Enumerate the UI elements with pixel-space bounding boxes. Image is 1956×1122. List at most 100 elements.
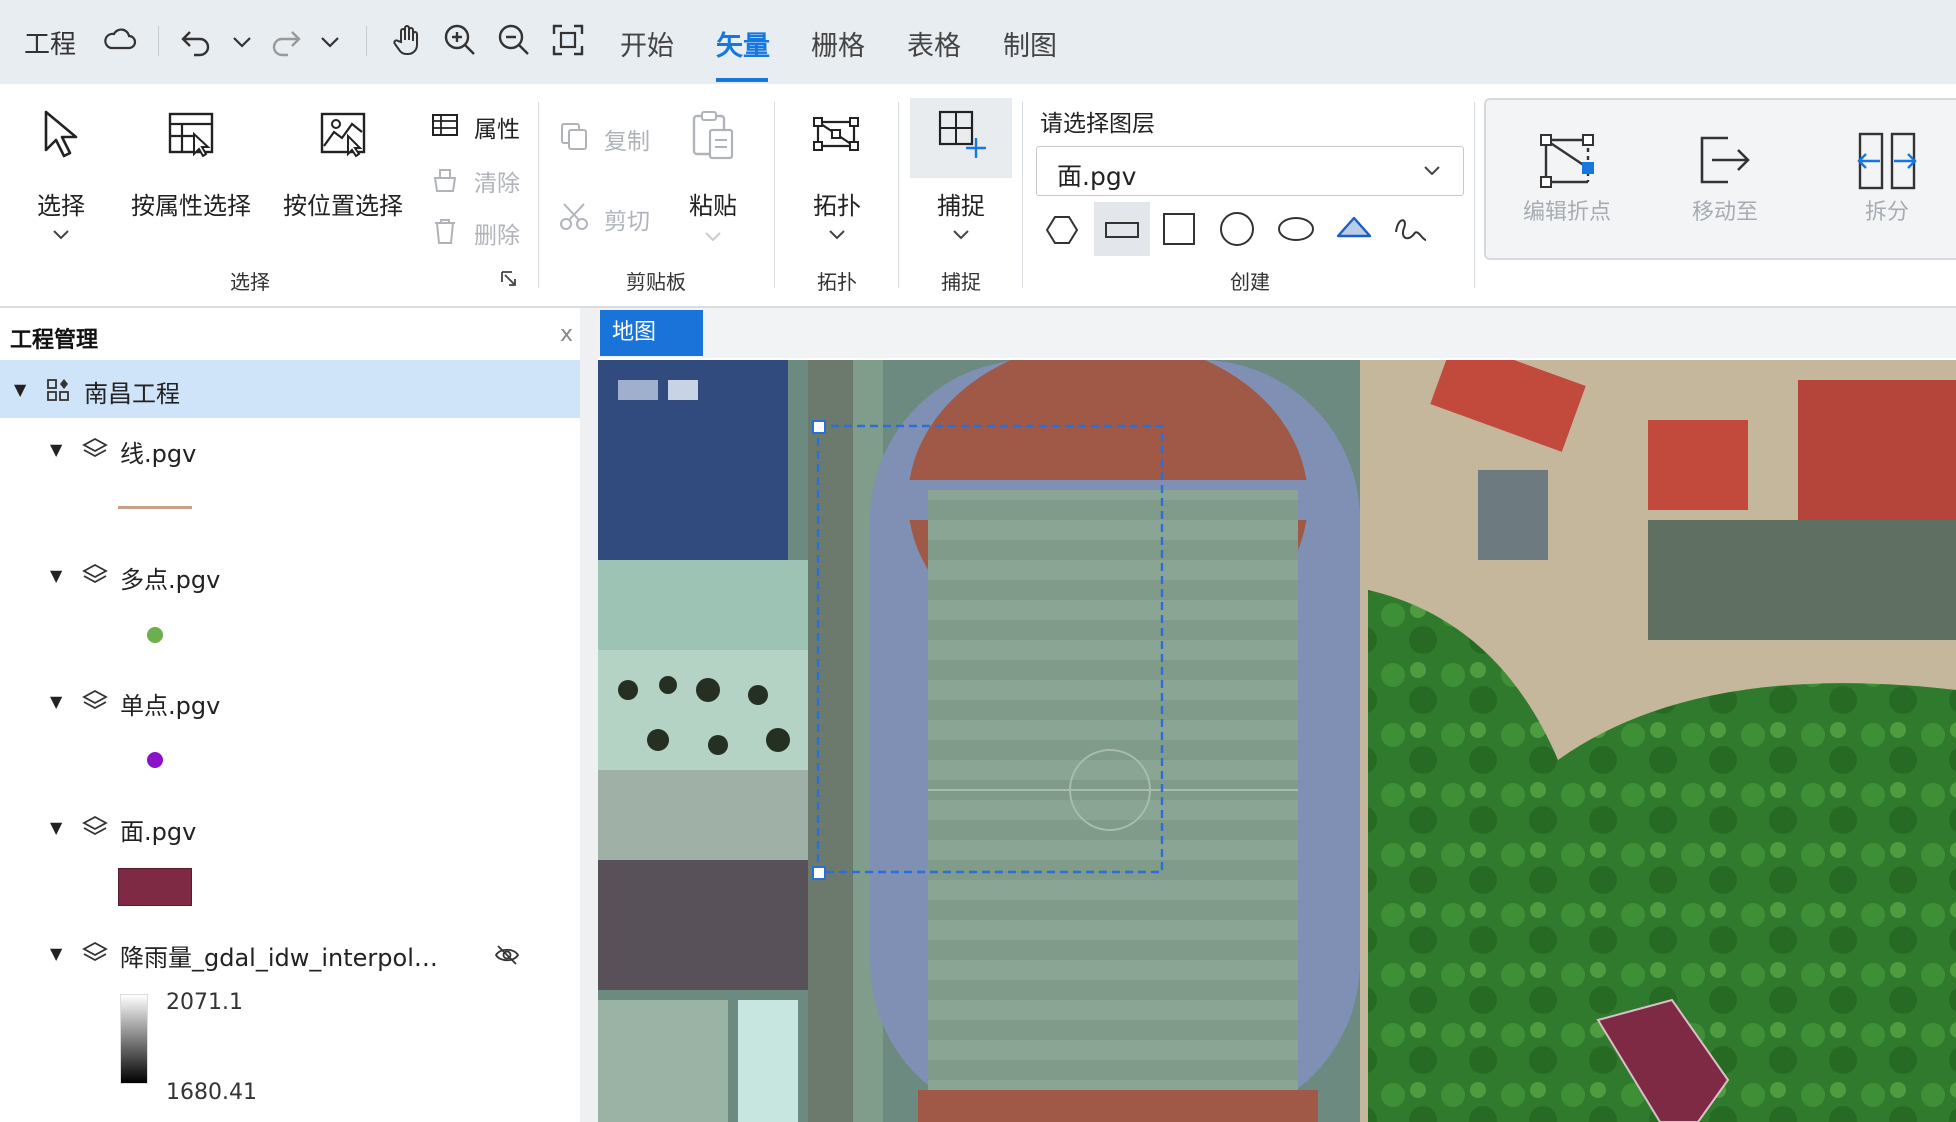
expand-triangle-icon[interactable]: ▼ xyxy=(50,566,62,585)
paste-label: 粘贴 xyxy=(689,192,737,220)
move-to-button[interactable]: 移动至 xyxy=(1664,110,1786,240)
edit-vertices-icon xyxy=(1540,134,1594,188)
layer-icon xyxy=(82,563,108,584)
panel-title: 工程管理 xyxy=(10,328,99,353)
layer-name[interactable]: 降雨量_gdal_idw_interpol… xyxy=(120,938,438,973)
trash-icon xyxy=(435,219,455,244)
expand-triangle-icon[interactable]: ▼ xyxy=(50,818,62,837)
layer-name[interactable]: 线.pgv xyxy=(120,434,196,469)
square-icon[interactable] xyxy=(1160,210,1198,248)
tab-start[interactable]: 开始 xyxy=(620,24,674,63)
map-canvas[interactable] xyxy=(598,360,1956,1122)
group-divider xyxy=(774,102,775,288)
cut-button[interactable]: 剪切 xyxy=(558,200,668,235)
layer-icon xyxy=(82,815,108,836)
project-panel xyxy=(0,308,580,1122)
redo-icon[interactable] xyxy=(268,22,304,58)
vertex-handle[interactable] xyxy=(812,866,826,880)
clear-label: 清除 xyxy=(474,171,520,197)
split-button[interactable]: 拆分 xyxy=(1832,110,1942,240)
ellipse-icon[interactable] xyxy=(1276,210,1316,248)
chevron-down-icon[interactable] xyxy=(318,30,342,54)
undo-icon[interactable] xyxy=(178,22,214,58)
tab-vector[interactable]: 矢量 xyxy=(716,24,770,63)
layer-select-value: 面.pgv xyxy=(1057,162,1137,191)
location-select-label: 按位置选择 xyxy=(283,192,403,220)
snap-button[interactable]: 捕捉 xyxy=(910,100,1012,250)
chevron-down-icon[interactable] xyxy=(230,30,254,54)
point-legend xyxy=(147,627,163,643)
zoom-out-icon[interactable] xyxy=(496,22,532,58)
copy-button[interactable]: 复制 xyxy=(558,120,668,155)
create-group-label: 创建 xyxy=(1230,270,1270,294)
cut-label: 剪切 xyxy=(604,209,650,235)
toolbar-divider xyxy=(366,26,367,56)
layer-name[interactable]: 多点.pgv xyxy=(120,560,220,595)
edit-vertices-label: 编辑折点 xyxy=(1522,200,1611,225)
scissors-icon xyxy=(560,203,588,230)
expand-triangle-icon[interactable]: ▼ xyxy=(50,440,62,459)
tab-table[interactable]: 表格 xyxy=(907,24,961,63)
gradient-legend xyxy=(120,994,148,1084)
expand-triangle-icon[interactable]: ▼ xyxy=(14,380,26,399)
rectangle-icon[interactable] xyxy=(1104,212,1140,248)
line-legend xyxy=(118,506,192,509)
table-icon xyxy=(432,114,458,136)
project-menu[interactable]: 工程 xyxy=(24,24,76,61)
chevron-down-icon xyxy=(953,230,969,240)
select-button[interactable]: 选择 xyxy=(18,100,104,250)
attributes-button[interactable]: 属性 xyxy=(430,108,540,143)
circle-icon[interactable] xyxy=(1218,210,1256,248)
chevron-down-icon xyxy=(1424,166,1440,176)
copy-label: 复制 xyxy=(604,129,650,155)
clipboard-group-label: 剪贴板 xyxy=(626,270,686,294)
location-select-button[interactable]: 按位置选择 xyxy=(278,100,408,220)
copy-icon xyxy=(561,123,587,150)
topology-button[interactable]: 拓扑 xyxy=(792,100,882,250)
layer-icon xyxy=(82,437,108,458)
chevron-down-icon xyxy=(829,230,845,240)
vertex-handle[interactable] xyxy=(812,420,826,434)
map-tab[interactable]: 地图 xyxy=(600,310,703,356)
layer-prompt: 请选择图层 xyxy=(1040,111,1155,137)
freehand-icon[interactable] xyxy=(1392,210,1432,248)
delete-label: 删除 xyxy=(474,223,520,249)
delete-button[interactable]: 删除 xyxy=(430,214,540,249)
paste-button[interactable]: 粘贴 xyxy=(680,106,746,246)
attribute-select-button[interactable]: 按属性选择 xyxy=(126,100,256,220)
full-extent-icon[interactable] xyxy=(550,22,586,58)
split-icon xyxy=(1857,132,1917,190)
panel-close-button[interactable]: x xyxy=(560,322,573,347)
pan-hand-icon[interactable] xyxy=(390,22,426,58)
attribute-select-label: 按属性选择 xyxy=(131,192,251,220)
legend-max-label: 2071.1 xyxy=(166,990,243,1015)
active-tab-indicator xyxy=(716,78,768,82)
zoom-in-icon[interactable] xyxy=(442,22,478,58)
selection-overlay xyxy=(816,424,1164,874)
location-select-icon xyxy=(320,112,366,158)
clear-button[interactable]: 清除 xyxy=(430,162,540,197)
snap-label: 捕捉 xyxy=(937,192,985,220)
panel-splitter[interactable] xyxy=(580,308,598,1122)
group-divider xyxy=(898,102,899,288)
tab-mapping[interactable]: 制图 xyxy=(1003,24,1057,63)
chevron-down-icon xyxy=(53,230,69,240)
expand-triangle-icon[interactable]: ▼ xyxy=(50,692,62,711)
layer-name[interactable]: 面.pgv xyxy=(120,812,196,847)
edit-vertices-button[interactable]: 编辑折点 xyxy=(1500,110,1634,240)
topology-label: 拓扑 xyxy=(813,192,861,220)
move-to-icon xyxy=(1700,136,1750,184)
project-icon xyxy=(47,379,69,401)
cloud-icon[interactable] xyxy=(102,22,138,58)
layer-icon xyxy=(82,689,108,710)
expand-triangle-icon[interactable]: ▼ xyxy=(50,944,62,963)
group-divider xyxy=(1022,102,1023,288)
hidden-eye-icon[interactable] xyxy=(494,942,520,968)
layer-name[interactable]: 单点.pgv xyxy=(120,686,220,721)
select-group-label: 选择 xyxy=(230,270,270,294)
layer-select[interactable]: 面.pgv xyxy=(1036,146,1464,196)
dialog-launcher-icon[interactable] xyxy=(500,270,518,288)
triangle-icon[interactable] xyxy=(1334,212,1374,246)
polygon-icon[interactable] xyxy=(1044,212,1080,248)
tab-raster[interactable]: 栅格 xyxy=(811,24,865,63)
